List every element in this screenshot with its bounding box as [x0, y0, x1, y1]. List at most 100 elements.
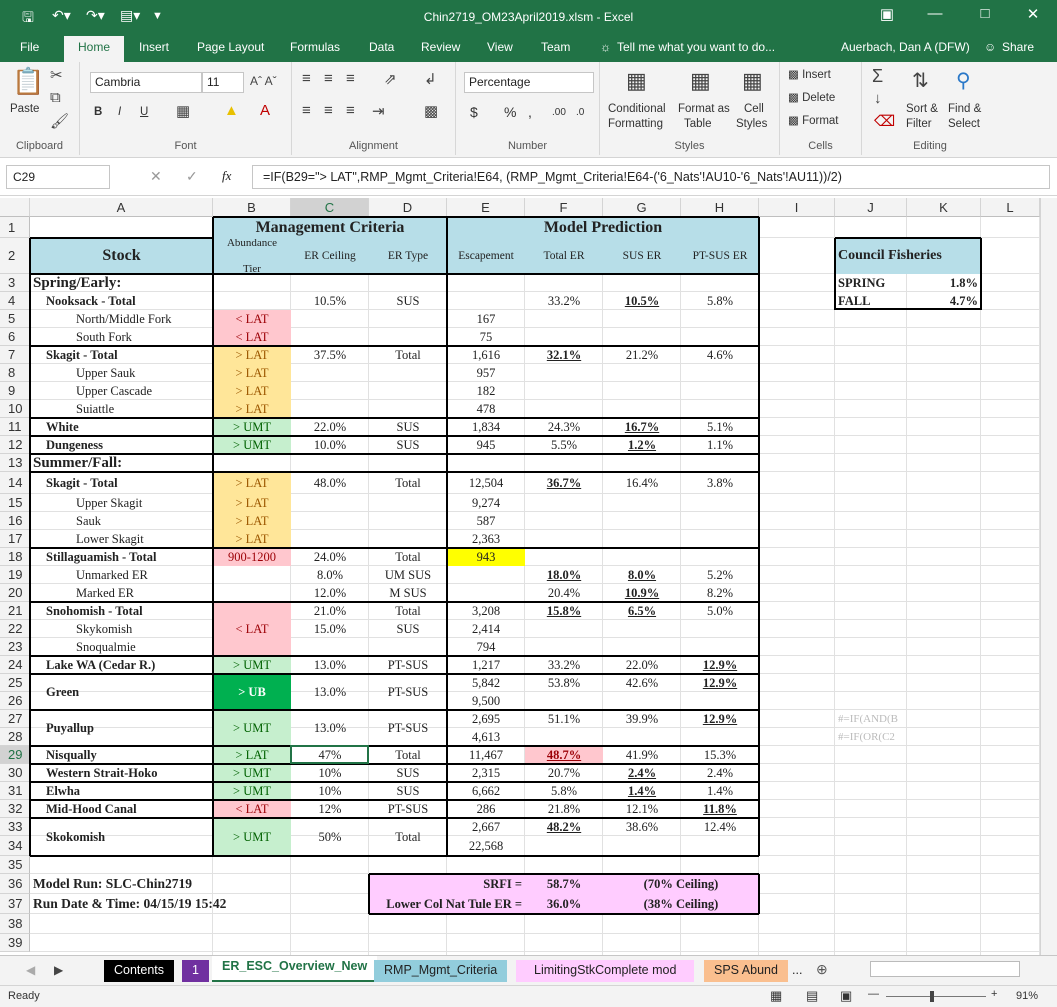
row-header-4[interactable]: 4: [0, 292, 30, 310]
insert-cells-button[interactable]: ▩ Insert: [788, 68, 831, 83]
delete-cells-button[interactable]: ▩ Delete: [788, 91, 835, 106]
align-top-icon[interactable]: ≡: [302, 70, 311, 87]
conditional-formatting-icon[interactable]: ▦: [626, 68, 647, 94]
share-button[interactable]: Share: [1002, 40, 1034, 54]
column-header-b[interactable]: B: [213, 198, 291, 217]
row-header-20[interactable]: 20: [0, 584, 30, 602]
zoom-in-icon[interactable]: +: [991, 988, 997, 1000]
row-header-30[interactable]: 30: [0, 764, 30, 782]
selected-cell-c29[interactable]: [290, 745, 369, 764]
column-header-a[interactable]: A: [30, 198, 213, 217]
row-header-1[interactable]: 1: [0, 217, 30, 238]
row-header-34[interactable]: 34: [0, 836, 30, 856]
row-header-35[interactable]: 35: [0, 856, 30, 874]
cancel-icon[interactable]: ✕: [150, 168, 162, 185]
tab-home[interactable]: Home: [64, 36, 125, 62]
format-as-table-label-2[interactable]: Table: [684, 117, 712, 132]
page-break-view-icon[interactable]: ▣: [840, 988, 852, 1004]
format-as-table-label-1[interactable]: Format as: [678, 102, 730, 117]
tab-scroll-left-icon[interactable]: ◀: [26, 963, 35, 977]
cell-styles-label-1[interactable]: Cell: [744, 102, 764, 117]
normal-view-icon[interactable]: ▦: [770, 988, 782, 1004]
row-header-26[interactable]: 26: [0, 692, 30, 710]
find-select-label-1[interactable]: Find &: [948, 102, 981, 117]
comma-button[interactable]: ,: [528, 105, 532, 120]
align-left-icon[interactable]: ≡: [302, 102, 311, 119]
maximize-icon[interactable]: □: [970, 5, 1000, 22]
grow-font-icon[interactable]: Aˆ Aˇ: [250, 74, 277, 88]
zoom-slider-thumb[interactable]: [930, 991, 934, 1002]
name-box[interactable]: C29: [6, 165, 110, 189]
tab-file[interactable]: File: [20, 40, 39, 54]
row-header-17[interactable]: 17: [0, 530, 30, 548]
column-header-e[interactable]: E: [447, 198, 525, 217]
italic-button[interactable]: I: [118, 105, 121, 120]
row-header-9[interactable]: 9: [0, 382, 30, 400]
row-header-37[interactable]: 37: [0, 894, 30, 914]
row-header-14[interactable]: 14: [0, 472, 30, 494]
row-header-15[interactable]: 15: [0, 494, 30, 512]
select-all-corner[interactable]: [0, 198, 30, 217]
row-header-6[interactable]: 6: [0, 328, 30, 346]
tab-team[interactable]: Team: [541, 40, 570, 54]
orientation-icon[interactable]: ⇗: [384, 70, 397, 88]
conditional-formatting-label-2[interactable]: Formatting: [608, 117, 663, 132]
row-header-23[interactable]: 23: [0, 638, 30, 656]
ribbon-display-icon[interactable]: ▣: [872, 5, 902, 23]
autosum-icon[interactable]: Σ: [872, 66, 883, 87]
tab-data[interactable]: Data: [369, 40, 394, 54]
row-header-39[interactable]: 39: [0, 934, 30, 952]
sheet-tab-limiting[interactable]: LimitingStkComplete mod: [516, 960, 695, 982]
row-header-28[interactable]: 28: [0, 728, 30, 746]
share-icon[interactable]: ☺: [984, 40, 996, 54]
column-header-c[interactable]: C: [291, 198, 369, 217]
zoom-out-icon[interactable]: —: [868, 988, 879, 1000]
tab-scroll-right-icon[interactable]: ▶: [54, 963, 63, 977]
column-header-i[interactable]: I: [759, 198, 835, 217]
tab-formulas[interactable]: Formulas: [290, 40, 340, 54]
align-bottom-icon[interactable]: ≡: [346, 70, 355, 87]
sheet-tab-rmp-mgmt[interactable]: RMP_Mgmt_Criteria: [374, 960, 508, 982]
format-as-table-icon[interactable]: ▦: [690, 68, 711, 94]
row-header-8[interactable]: 8: [0, 364, 30, 382]
wrap-text-icon[interactable]: ↲: [424, 70, 437, 88]
increase-decimal-button[interactable]: .00: [552, 105, 566, 120]
accounting-button[interactable]: $: [470, 105, 478, 120]
indent-icon[interactable]: ⇥: [372, 102, 385, 120]
row-header-29[interactable]: 29: [0, 746, 30, 764]
merge-icon[interactable]: ▩: [424, 102, 438, 120]
column-header-h[interactable]: H: [681, 198, 759, 217]
find-select-label-2[interactable]: Select: [948, 117, 980, 132]
row-header-22[interactable]: 22: [0, 620, 30, 638]
align-center-icon[interactable]: ≡: [324, 102, 333, 119]
find-select-icon[interactable]: ⚲: [956, 68, 971, 93]
fill-icon[interactable]: ↓: [874, 90, 882, 107]
row-header-27[interactable]: 27: [0, 710, 30, 728]
percent-button[interactable]: %: [504, 105, 516, 120]
tab-review[interactable]: Review: [421, 40, 460, 54]
underline-button[interactable]: U: [140, 105, 148, 120]
sheet-tab-contents[interactable]: Contents: [104, 960, 175, 982]
font-size-select[interactable]: 11: [202, 72, 244, 93]
tell-me-input[interactable]: Tell me what you want to do...: [617, 40, 775, 54]
sort-filter-icon[interactable]: ⇅: [912, 68, 929, 93]
sort-filter-label-2[interactable]: Filter: [906, 117, 932, 132]
conditional-formatting-label-1[interactable]: Conditional: [608, 102, 666, 117]
spreadsheet-grid[interactable]: A B C D E F G H I J K L 1 2 3 4 5 6 7 8 9 10 11 12 13 14 15 16 17 18 1…: [0, 198, 1057, 955]
font-color-icon[interactable]: A: [260, 102, 270, 119]
sheet-tab-er-esc-overview[interactable]: ER_ESC_Overview_New: [212, 956, 378, 982]
row-header-25[interactable]: 25: [0, 674, 30, 692]
row-header-13[interactable]: 13: [0, 454, 30, 472]
row-header-24[interactable]: 24: [0, 656, 30, 674]
tab-page-layout[interactable]: Page Layout: [197, 40, 264, 54]
clear-icon[interactable]: ⌫: [874, 112, 895, 130]
row-header-16[interactable]: 16: [0, 512, 30, 530]
enter-icon[interactable]: ✓: [186, 168, 198, 185]
row-header-7[interactable]: 7: [0, 346, 30, 364]
horizontal-scrollbar[interactable]: [870, 961, 1020, 977]
user-name[interactable]: Auerbach, Dan A (DFW): [841, 40, 970, 54]
row-header-11[interactable]: 11: [0, 418, 30, 436]
font-name-select[interactable]: Cambria: [90, 72, 202, 93]
sheet-tab-1[interactable]: 1: [182, 960, 209, 982]
column-header-f[interactable]: F: [525, 198, 603, 217]
